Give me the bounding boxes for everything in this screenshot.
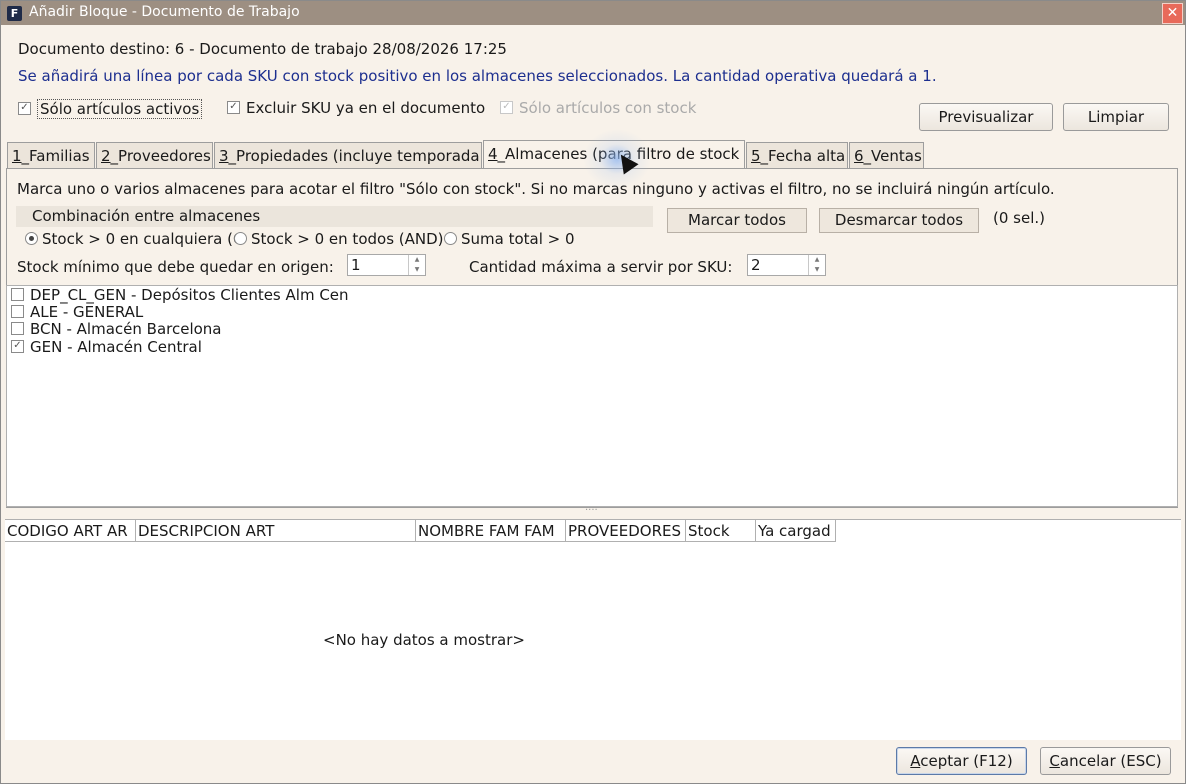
cancel-button[interactable]: Cancelar (ESC): [1040, 747, 1171, 775]
column-header[interactable]: PROVEEDORES: [566, 520, 686, 542]
checkbox-icon[interactable]: [11, 305, 24, 318]
spinner-arrows[interactable]: ▲ ▼: [808, 255, 825, 275]
checkbox-icon: [227, 101, 240, 114]
accept-button[interactable]: Aceptar (F12): [896, 747, 1027, 775]
exclude-sku-checkbox[interactable]: Excluir SKU ya en el documento: [227, 99, 485, 117]
column-header[interactable]: NOMBRE FAM FAM: [416, 520, 566, 542]
dialog-window: F Añadir Bloque - Documento de Trabajo ✕…: [0, 0, 1186, 784]
spin-down-icon[interactable]: ▼: [409, 265, 425, 275]
min-stock-spinner[interactable]: 1 ▲ ▼: [347, 254, 426, 276]
checkbox-icon[interactable]: [11, 340, 24, 353]
spin-up-icon[interactable]: ▲: [409, 255, 425, 265]
spin-down-icon[interactable]: ▼: [809, 265, 825, 275]
spinner-arrows[interactable]: ▲ ▼: [408, 255, 425, 275]
column-header[interactable]: Ya cargad: [756, 520, 836, 542]
checkbox-icon[interactable]: [11, 322, 24, 335]
warehouse-item[interactable]: BCN - Almacén Barcelona: [11, 320, 222, 338]
radio-any[interactable]: Stock > 0 en cualquiera (O: [25, 230, 245, 248]
min-stock-value: 1: [351, 256, 361, 274]
warehouse-list[interactable]: DEP_CL_GEN - Depósitos Clientes Alm Cen …: [6, 285, 1178, 507]
radio-icon: [444, 232, 457, 245]
splitter-grip[interactable]: ....: [585, 502, 598, 513]
title-bar[interactable]: F Añadir Bloque - Documento de Trabajo ✕: [1, 1, 1185, 25]
only-stock-label: Sólo artículos con stock: [519, 99, 697, 117]
unmark-all-button[interactable]: Desmarcar todos: [819, 208, 979, 233]
min-stock-label: Stock mínimo que debe quedar en origen:: [17, 258, 334, 276]
results-grid[interactable]: CODIGO ART AR DESCRIPCION ART NOMBRE FAM…: [5, 519, 1181, 740]
radio-all[interactable]: Stock > 0 en todos (AND): [234, 230, 444, 248]
max-qty-label: Cantidad máxima a servir por SKU:: [469, 258, 733, 276]
selected-count: (0 sel.): [993, 209, 1045, 227]
radio-icon: [234, 232, 247, 245]
column-header[interactable]: DESCRIPCION ART: [136, 520, 416, 542]
tab-ventas[interactable]: 6_Ventas: [849, 142, 924, 168]
checkbox-icon: [500, 101, 513, 114]
tab-propiedades[interactable]: 3_Propiedades (incluye temporada: [214, 142, 482, 168]
tab-almacenes[interactable]: 4_Almacenes (para filtro de stock: [483, 140, 745, 169]
splitter[interactable]: ....: [1, 502, 1185, 519]
combination-groupbox: Combinación entre almacenes Stock > 0 en…: [16, 206, 656, 248]
empty-message: <No hay datos a mostrar>: [323, 631, 525, 649]
column-header[interactable]: CODIGO ART AR: [5, 520, 136, 542]
warehouse-item[interactable]: DEP_CL_GEN - Depósitos Clientes Alm Cen: [11, 286, 349, 304]
radio-sum[interactable]: Suma total > 0: [444, 230, 575, 248]
checkbox-icon[interactable]: [11, 288, 24, 301]
tab-fecha-alta[interactable]: 5_Fecha alta: [746, 142, 848, 168]
radio-icon: [25, 232, 38, 245]
window-title: Añadir Bloque - Documento de Trabajo: [29, 4, 300, 20]
tab-proveedores[interactable]: 2_Proveedores: [96, 142, 213, 168]
info-message: Se añadirá una línea por cada SKU con st…: [18, 67, 937, 85]
only-active-label: Sólo artículos activos: [37, 99, 203, 119]
max-qty-value: 2: [751, 256, 761, 274]
destination-document-label: Documento destino: 6 - Documento de trab…: [18, 40, 507, 58]
checkbox-icon: [18, 102, 31, 115]
exclude-sku-label: Excluir SKU ya en el documento: [246, 99, 486, 117]
only-active-checkbox[interactable]: Sólo artículos activos: [18, 99, 203, 119]
warehouse-item[interactable]: ALE - GENERAL: [11, 303, 143, 321]
warehouses-hint: Marca uno o varios almacenes para acotar…: [17, 180, 1055, 198]
warehouse-item[interactable]: GEN - Almacén Central: [11, 338, 202, 356]
combination-title: Combinación entre almacenes: [16, 206, 653, 227]
app-icon: F: [7, 6, 22, 21]
close-button[interactable]: ✕: [1162, 3, 1183, 24]
preview-button[interactable]: Previsualizar: [919, 103, 1053, 131]
column-header[interactable]: Stock: [686, 520, 756, 542]
max-qty-spinner[interactable]: 2 ▲ ▼: [747, 254, 826, 276]
mark-all-button[interactable]: Marcar todos: [667, 208, 807, 233]
only-stock-checkbox: Sólo artículos con stock: [500, 99, 696, 117]
spin-up-icon[interactable]: ▲: [809, 255, 825, 265]
tab-familias[interactable]: 1_Familias: [7, 142, 95, 168]
clear-button[interactable]: Limpiar: [1063, 103, 1169, 131]
